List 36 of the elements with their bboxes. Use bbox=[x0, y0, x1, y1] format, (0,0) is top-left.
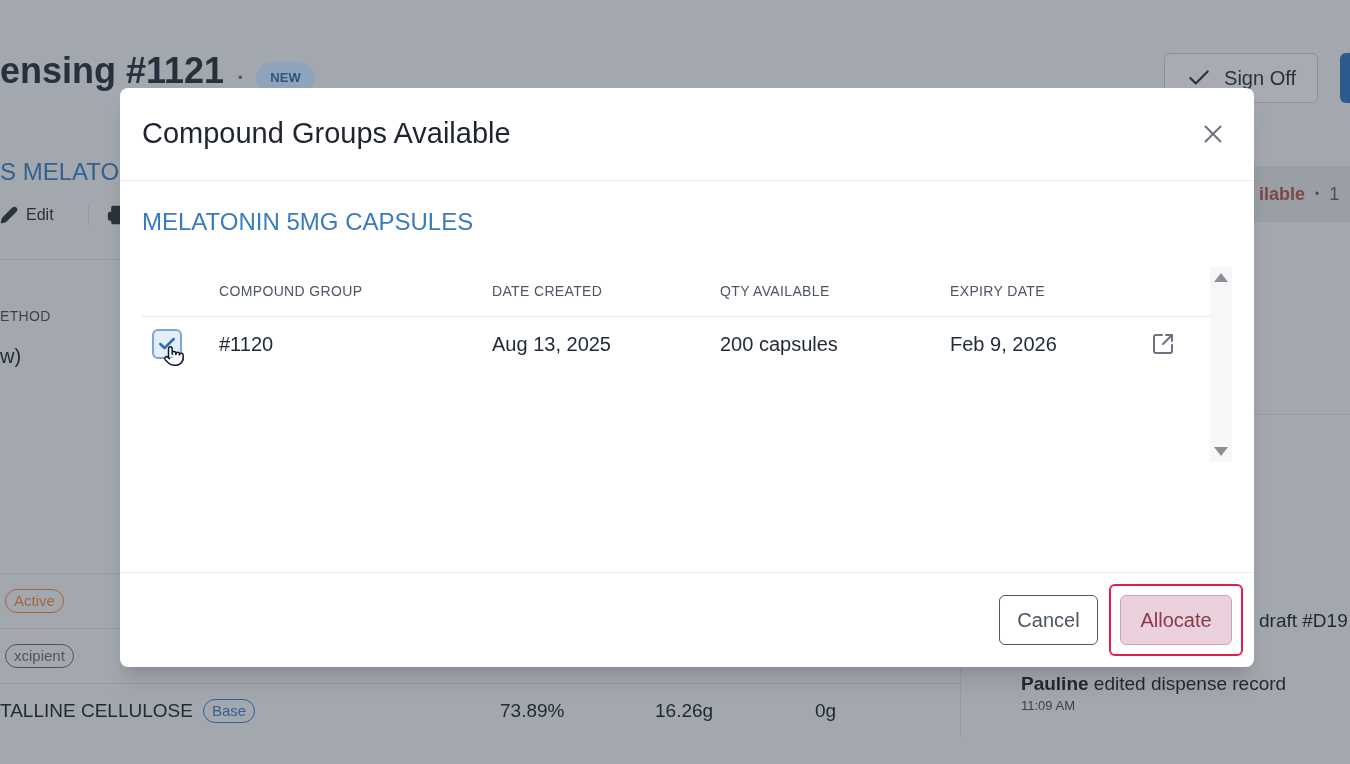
weight-cell-text: 16.26g bbox=[655, 698, 714, 723]
scroll-up-icon[interactable] bbox=[1214, 273, 1228, 282]
activity-text: draft #D19 bbox=[1259, 609, 1349, 633]
edit-button[interactable]: Edit bbox=[0, 203, 54, 227]
external-link-icon bbox=[1151, 332, 1175, 356]
column-header: QTY AVAILABLE bbox=[720, 282, 831, 301]
hand-pointer-icon bbox=[163, 345, 185, 367]
page-title: ensing #1121 bbox=[0, 50, 225, 92]
table-cell-text: #1120 bbox=[219, 332, 275, 357]
open-link-button[interactable] bbox=[1151, 332, 1175, 356]
method-label: ETHOD bbox=[0, 307, 51, 326]
percent-cell-text: 73.89% bbox=[500, 698, 565, 723]
product-subtitle: S MELATO bbox=[0, 157, 120, 187]
ingredient-name: TALLINE CELLULOSE bbox=[0, 698, 193, 723]
method-value: w) bbox=[0, 344, 22, 369]
table-cell-text: 200 capsules bbox=[720, 332, 839, 357]
availability-text: ilable bbox=[1259, 182, 1306, 206]
availability-count: 1 bbox=[1329, 182, 1340, 206]
activity-text: Pauline edited dispense record bbox=[1021, 671, 1288, 696]
scroll-down-icon[interactable] bbox=[1214, 447, 1228, 456]
allocate-button[interactable]: Allocate bbox=[1120, 595, 1232, 645]
allocated-cell-text: 0g bbox=[815, 698, 837, 723]
pencil-icon bbox=[0, 206, 18, 224]
column-header: EXPIRY DATE bbox=[950, 282, 1046, 301]
column-header: COMPOUND GROUP bbox=[219, 282, 364, 301]
action-button[interactable] bbox=[1340, 53, 1350, 103]
dialog-title: Compound Groups Available bbox=[142, 116, 511, 152]
separator-dot: • bbox=[238, 70, 243, 87]
activity-time: 11:09 AM bbox=[1021, 698, 1076, 714]
column-header: DATE CREATED bbox=[492, 282, 604, 301]
table-cell-text: Aug 13, 2025 bbox=[492, 332, 612, 357]
table-cell-text: Feb 9, 2026 bbox=[950, 332, 1058, 357]
scrollbar[interactable] bbox=[1210, 267, 1232, 462]
separator-dot: • bbox=[1315, 186, 1320, 203]
product-name: MELATONIN 5MG CAPSULES bbox=[142, 207, 475, 237]
cancel-button[interactable]: Cancel bbox=[999, 595, 1098, 645]
